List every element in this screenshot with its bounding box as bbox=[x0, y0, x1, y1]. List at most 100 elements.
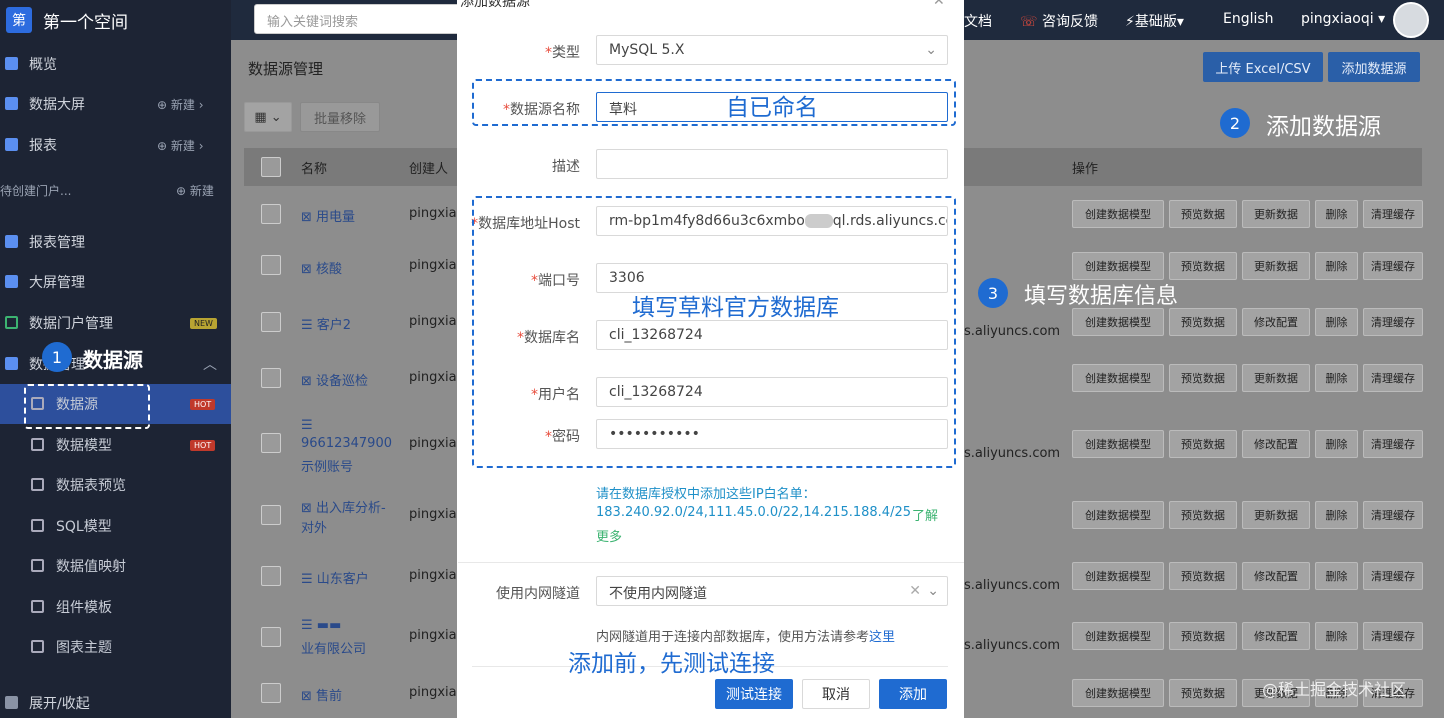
search-input[interactable]: 输入关键词搜索 bbox=[254, 4, 474, 34]
submit-add-button[interactable]: 添加 bbox=[879, 679, 947, 709]
row-checkbox[interactable] bbox=[261, 204, 281, 224]
tunnel-help-link[interactable]: 这里 bbox=[869, 630, 895, 645]
preview-data-button[interactable]: 预览数据 bbox=[1169, 200, 1237, 228]
sidebar-item-overview[interactable]: 概览 bbox=[0, 44, 231, 84]
add-datasource-button[interactable]: 添加数据源 bbox=[1328, 52, 1420, 82]
row-checkbox[interactable] bbox=[261, 627, 281, 647]
version-dropdown[interactable]: ⚡基础版▾ bbox=[1125, 11, 1184, 31]
new-portal-link[interactable]: ⊕ 新建 bbox=[176, 182, 214, 199]
delete-button[interactable]: 删除 bbox=[1315, 364, 1358, 392]
preview-data-button[interactable]: 预览数据 bbox=[1169, 308, 1237, 336]
preview-data-button[interactable]: 预览数据 bbox=[1169, 252, 1237, 280]
language-link[interactable]: English bbox=[1223, 11, 1274, 27]
delete-button[interactable]: 删除 bbox=[1315, 430, 1358, 458]
clear-icon[interactable]: ✕ bbox=[909, 583, 921, 599]
new-report-link[interactable]: ⊕ 新建 › bbox=[157, 137, 204, 154]
row-name-line2[interactable]: 对外 bbox=[301, 517, 327, 536]
row-name[interactable]: ⊠ 用电量 bbox=[301, 206, 355, 225]
row-checkbox[interactable] bbox=[261, 566, 281, 586]
sidebar-item-table-preview[interactable]: 数据表预览 bbox=[0, 465, 231, 505]
clear-cache-button[interactable]: 清理缓存 bbox=[1363, 501, 1423, 529]
sidebar-item-portal-pending[interactable]: 待创建门户... ⊕ 新建 bbox=[0, 170, 231, 210]
preview-data-button[interactable]: 预览数据 bbox=[1169, 501, 1237, 529]
edit-config-button[interactable]: 修改配置 bbox=[1242, 562, 1310, 590]
new-dashboard-link[interactable]: ⊕ 新建 › bbox=[157, 96, 204, 113]
sidebar-item-dashboard[interactable]: 数据大屏 ⊕ 新建 › bbox=[0, 84, 231, 124]
row-name[interactable]: ☰ 客户2 bbox=[301, 314, 351, 333]
row-name[interactable]: ⊠ 售前 bbox=[301, 685, 342, 704]
delete-button[interactable]: 删除 bbox=[1315, 200, 1358, 228]
clear-cache-button[interactable]: 清理缓存 bbox=[1363, 562, 1423, 590]
create-model-button[interactable]: 创建数据模型 bbox=[1072, 308, 1164, 336]
workspace-title[interactable]: 第一个空间 bbox=[43, 8, 128, 33]
row-name[interactable]: ⊠ 核酸 bbox=[301, 258, 342, 277]
delete-button[interactable]: 删除 bbox=[1315, 622, 1358, 650]
sidebar-item-report[interactable]: 报表 ⊕ 新建 › bbox=[0, 125, 231, 165]
preview-data-button[interactable]: 预览数据 bbox=[1169, 622, 1237, 650]
sidebar-item-screen-mgmt[interactable]: 大屏管理 bbox=[0, 262, 231, 302]
cancel-button[interactable]: 取消 bbox=[802, 679, 870, 709]
delete-button[interactable]: 删除 bbox=[1315, 308, 1358, 336]
sidebar-item-value-map[interactable]: 数据值映射 bbox=[0, 546, 231, 586]
sidebar-collapse-toggle[interactable]: 展开/收起 bbox=[0, 688, 231, 718]
preview-data-button[interactable]: 预览数据 bbox=[1169, 430, 1237, 458]
tunnel-select[interactable]: 不使用内网隧道 ✕ ⌄ bbox=[596, 576, 948, 606]
create-model-button[interactable]: 创建数据模型 bbox=[1072, 200, 1164, 228]
row-name[interactable]: ☰ 山东客户 bbox=[301, 568, 369, 587]
row-name[interactable]: ⊠ 设备巡检 bbox=[301, 370, 368, 389]
create-model-button[interactable]: 创建数据模型 bbox=[1072, 622, 1164, 650]
create-model-button[interactable]: 创建数据模型 bbox=[1072, 679, 1164, 707]
clear-cache-button[interactable]: 清理缓存 bbox=[1363, 252, 1423, 280]
row-checkbox[interactable] bbox=[261, 683, 281, 703]
edit-config-button[interactable]: 修改配置 bbox=[1242, 308, 1310, 336]
create-model-button[interactable]: 创建数据模型 bbox=[1072, 252, 1164, 280]
preview-data-button[interactable]: 预览数据 bbox=[1169, 364, 1237, 392]
select-all-checkbox[interactable] bbox=[261, 157, 281, 177]
create-model-button[interactable]: 创建数据模型 bbox=[1072, 501, 1164, 529]
clear-cache-button[interactable]: 清理缓存 bbox=[1363, 364, 1423, 392]
preview-data-button[interactable]: 预览数据 bbox=[1169, 679, 1237, 707]
clear-cache-button[interactable]: 清理缓存 bbox=[1363, 430, 1423, 458]
sidebar-item-report-mgmt[interactable]: 报表管理 bbox=[0, 222, 231, 262]
sidebar-item-chart-theme[interactable]: 图表主题 bbox=[0, 627, 231, 667]
row-checkbox[interactable] bbox=[261, 312, 281, 332]
avatar[interactable] bbox=[1393, 2, 1429, 38]
description-input[interactable] bbox=[596, 149, 948, 179]
sidebar-item-sql-model[interactable]: SQL模型 bbox=[0, 506, 231, 546]
learn-more-link[interactable]: 了解 bbox=[912, 505, 938, 524]
update-data-button[interactable]: 更新数据 bbox=[1242, 364, 1310, 392]
feedback-link[interactable]: ☏ 咨询反馈 bbox=[1020, 11, 1098, 31]
sidebar-item-portal-mgmt[interactable]: 数据门户管理 NEW bbox=[0, 303, 231, 343]
delete-button[interactable]: 删除 bbox=[1315, 562, 1358, 590]
row-name[interactable]: 业有限公司 bbox=[301, 638, 366, 657]
edit-config-button[interactable]: 修改配置 bbox=[1242, 430, 1310, 458]
create-model-button[interactable]: 创建数据模型 bbox=[1072, 430, 1164, 458]
row-checkbox[interactable] bbox=[261, 255, 281, 275]
clear-cache-button[interactable]: 清理缓存 bbox=[1363, 622, 1423, 650]
learn-more-link-line2[interactable]: 更多 bbox=[596, 526, 622, 545]
view-toggle-dropdown[interactable]: ▦ ⌄ bbox=[244, 102, 292, 132]
type-select[interactable]: MySQL 5.X ⌄ bbox=[596, 35, 948, 65]
update-data-button[interactable]: 更新数据 bbox=[1242, 252, 1310, 280]
sidebar-item-datamodel[interactable]: 数据模型 HOT bbox=[0, 425, 231, 465]
row-checkbox[interactable] bbox=[261, 505, 281, 525]
edit-config-button[interactable]: 修改配置 bbox=[1242, 622, 1310, 650]
user-menu[interactable]: pingxiaoqi ▾ bbox=[1301, 11, 1385, 27]
create-model-button[interactable]: 创建数据模型 bbox=[1072, 364, 1164, 392]
row-name[interactable]: ⊠ 出入库分析- bbox=[301, 497, 386, 516]
update-data-button[interactable]: 更新数据 bbox=[1242, 200, 1310, 228]
upload-excel-button[interactable]: 上传 Excel/CSV bbox=[1203, 52, 1323, 82]
create-model-button[interactable]: 创建数据模型 bbox=[1072, 562, 1164, 590]
update-data-button[interactable]: 更新数据 bbox=[1242, 501, 1310, 529]
preview-data-button[interactable]: 预览数据 bbox=[1169, 562, 1237, 590]
delete-button[interactable]: 删除 bbox=[1315, 252, 1358, 280]
batch-remove-button[interactable]: 批量移除 bbox=[300, 102, 380, 132]
sidebar-item-component-template[interactable]: 组件模板 bbox=[0, 587, 231, 627]
close-icon[interactable]: ✕ bbox=[933, 0, 945, 9]
row-checkbox[interactable] bbox=[261, 368, 281, 388]
row-name-line2[interactable]: 示例账号 bbox=[301, 456, 353, 475]
delete-button[interactable]: 删除 bbox=[1315, 501, 1358, 529]
test-connection-button[interactable]: 测试连接 bbox=[715, 679, 793, 709]
row-name[interactable]: 96612347900 bbox=[301, 436, 392, 451]
clear-cache-button[interactable]: 清理缓存 bbox=[1363, 200, 1423, 228]
